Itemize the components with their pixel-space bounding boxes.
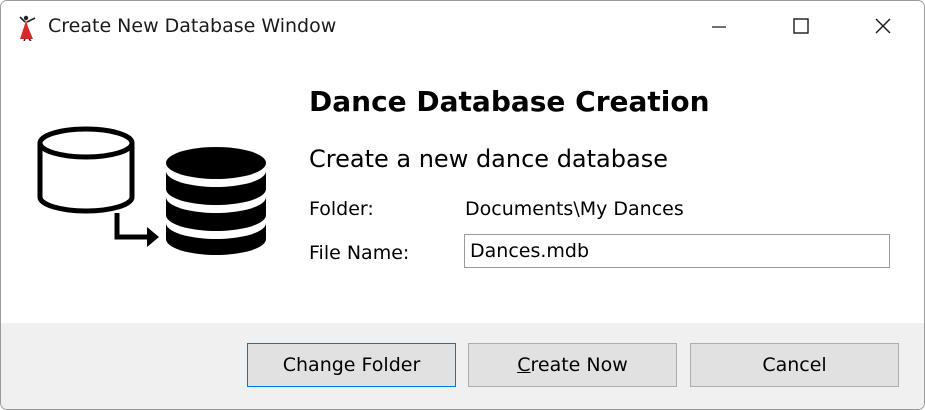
page-title: Dance Database Creation xyxy=(309,85,710,118)
create-now-label-rest: reate Now xyxy=(530,354,628,376)
database-copy-icon xyxy=(35,119,271,259)
create-now-label: Create Now xyxy=(517,354,628,376)
window-title: Create New Database Window xyxy=(48,15,337,37)
button-bar: Change Folder Create Now Cancel xyxy=(1,323,924,409)
title-bar[interactable]: Create New Database Window xyxy=(1,1,924,55)
folder-label: Folder: xyxy=(309,198,374,220)
cancel-label: Cancel xyxy=(762,354,827,376)
minimize-button[interactable] xyxy=(689,1,749,55)
page-subtitle: Create a new dance database xyxy=(309,145,668,173)
close-icon xyxy=(875,18,891,38)
dialog-content: Dance Database Creation Create a new dan… xyxy=(1,55,924,323)
create-now-button[interactable]: Create Now xyxy=(468,343,677,387)
dialog-window: Create New Database Window Dance Databas… xyxy=(0,0,925,410)
minimize-icon xyxy=(712,19,726,38)
cancel-button[interactable]: Cancel xyxy=(690,343,899,387)
change-folder-button[interactable]: Change Folder xyxy=(247,343,456,387)
maximize-icon xyxy=(793,18,809,38)
folder-path-value: Documents\My Dances xyxy=(465,198,684,220)
filename-label: File Name: xyxy=(309,242,410,264)
dancer-icon xyxy=(17,15,39,42)
filename-input[interactable] xyxy=(464,234,890,268)
maximize-button[interactable] xyxy=(771,1,831,55)
change-folder-label: Change Folder xyxy=(282,354,421,376)
create-now-mnemonic: C xyxy=(517,354,531,376)
close-button[interactable] xyxy=(853,1,913,55)
